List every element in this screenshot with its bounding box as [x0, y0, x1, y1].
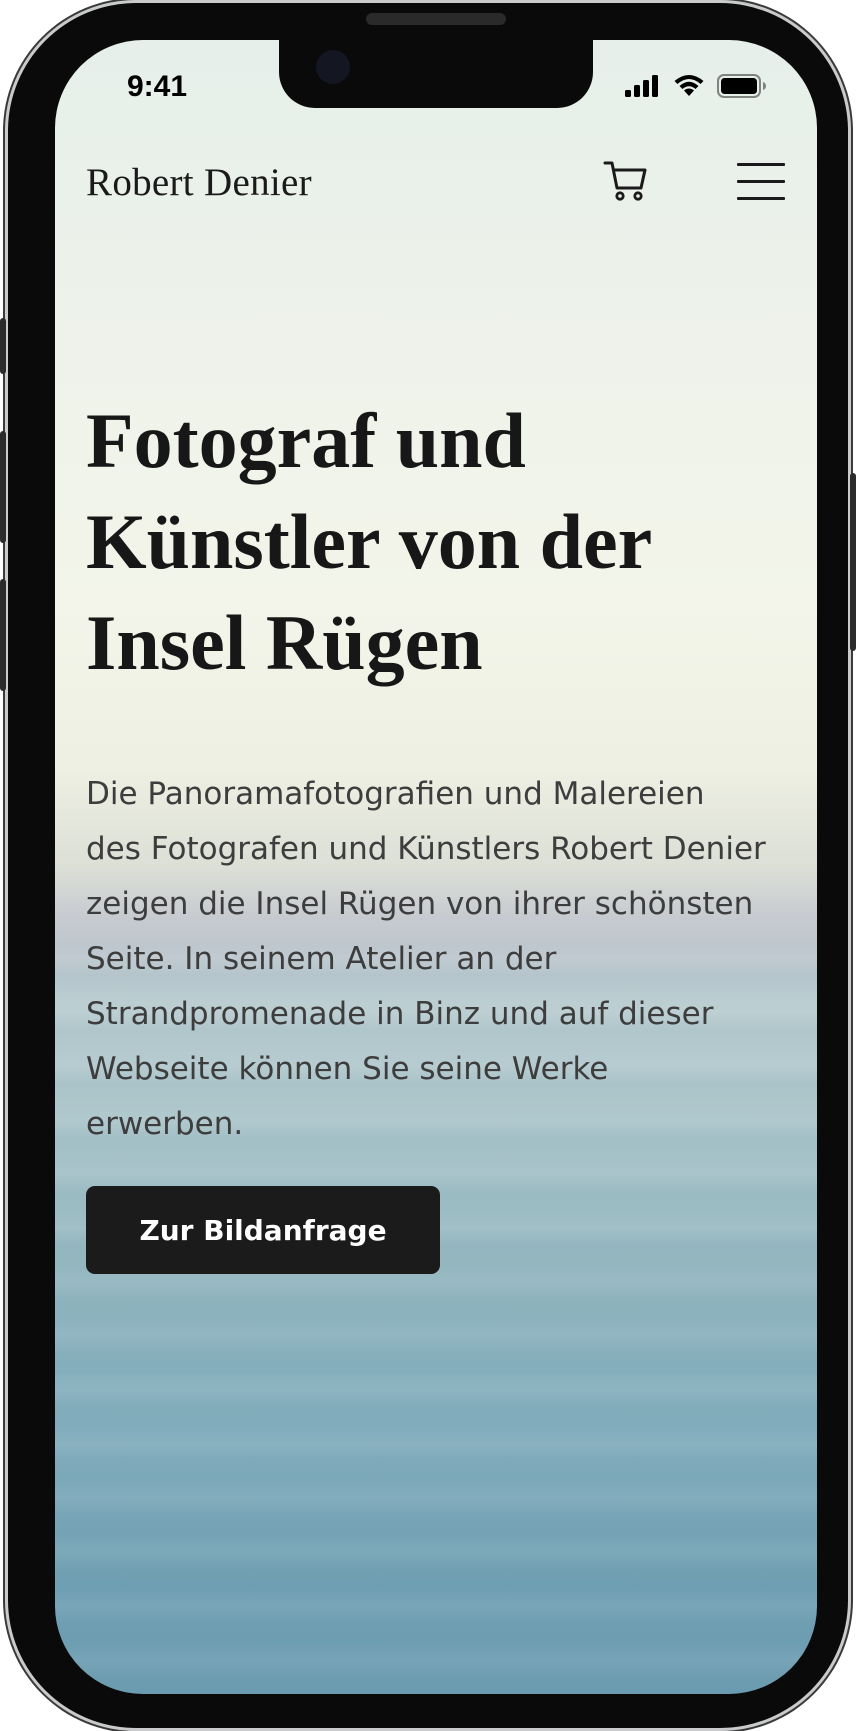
battery-icon: [717, 74, 766, 98]
cellular-signal-icon: [625, 75, 658, 97]
phone-frame: 9:41 Robert Denier Fotograf und Künstler…: [0, 3, 856, 1728]
hamburger-menu-icon[interactable]: [737, 163, 785, 201]
cart-button[interactable]: [603, 158, 649, 204]
volume-down-button: [0, 579, 6, 691]
hero-description: Die Panoramafotografien und Malereien de…: [86, 776, 766, 1142]
cart-icon: [603, 161, 647, 201]
screen: 9:41 Robert Denier Fotograf und Künstler…: [55, 40, 817, 1694]
front-camera: [316, 50, 350, 84]
hero-heading: Fotograf und Künstler von der Insel Rüge…: [86, 397, 651, 686]
status-time: 9:41: [127, 70, 188, 103]
notch: [279, 40, 593, 108]
power-button: [850, 473, 856, 651]
site-title[interactable]: Robert Denier: [86, 160, 312, 205]
mute-switch: [0, 318, 6, 374]
image-request-button[interactable]: Zur Bildanfrage: [86, 1186, 440, 1274]
speaker-grille: [366, 13, 506, 25]
status-icons: [625, 74, 767, 98]
wifi-icon: [674, 75, 704, 96]
volume-up-button: [0, 431, 6, 543]
